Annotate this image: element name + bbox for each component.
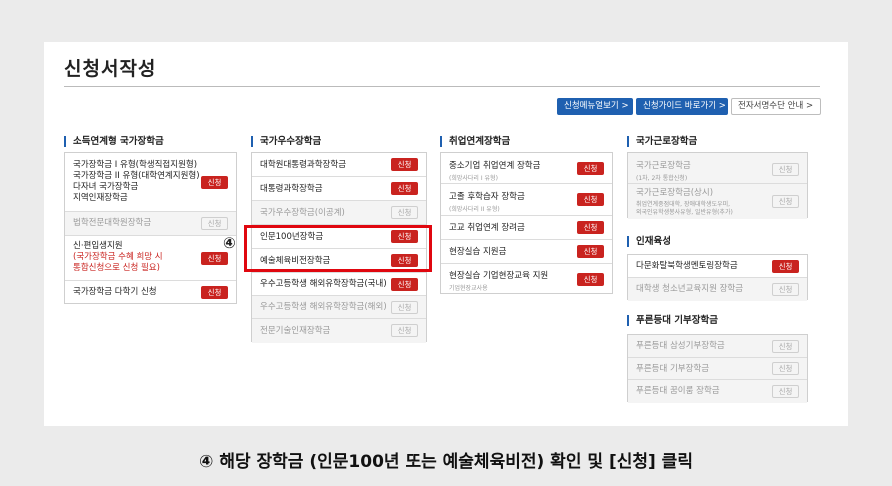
apply-button[interactable]: 신청 [772,195,799,208]
apply-button[interactable]: 신청 [577,193,604,206]
guide-link[interactable]: 신청가이드 바로가기 > [636,98,728,115]
list-item: 국가근로장학금 (1차, 2차 통합신청) 신청 [628,153,807,184]
list-item: 국가근로장학금(상시) 취업연계중점대학, 장애대학생도우미, 외국인유학생봉사… [628,184,807,219]
list-item: 우수고등학생 해외유학장학금(해외) 신청 [252,296,426,319]
apply-button[interactable]: 신청 [201,217,228,230]
apply-button[interactable]: 신청 [772,283,799,296]
apply-button[interactable]: 신청 [391,324,418,337]
apply-button[interactable]: 신청 [391,182,418,195]
apply-button[interactable]: 신청 [201,176,228,189]
apply-button[interactable]: 신청 [201,252,228,265]
list-item: 다문화탈북학생멘토링장학금 신청 [628,255,807,278]
apply-button[interactable]: 신청 [391,301,418,314]
list-item: 국가장학금 I 유형(학생직접지원형) 국가장학금 II 유형(대학연계지원형)… [65,153,236,212]
apply-button[interactable]: 신청 [772,362,799,375]
list-item: 대학생 청소년교육지원 장학금 신청 [628,278,807,301]
list-item: 국가장학금 다학기 신청 신청 [65,281,236,305]
list-item: 법학전문대학원장학금 신청 [65,212,236,236]
highlight-box [244,225,432,272]
list-item: 신·편입생지원 (국가장학금 수혜 희망 시 통합신청으로 신청 필요) 신청 [65,236,236,281]
list-item: 푸른등대 삼성기부장학금 신청 [628,335,807,358]
apply-button[interactable]: 신청 [391,278,418,291]
instruction-caption: ④ 해당 장학금 (인문100년 또는 예술체육비전) 확인 및 [신청] 클릭 [199,452,693,472]
col1-list: 국가장학금 I 유형(학생직접지원형) 국가장학금 II 유형(대학연계지원형)… [64,152,237,304]
col4-list: 국가근로장학금 (1차, 2차 통합신청) 신청 국가근로장학금(상시) 취업연… [627,152,808,219]
title-divider [64,86,820,87]
list-item: 고교 취업연계 장려금 신청 [441,216,612,240]
apply-button[interactable]: 신청 [577,245,604,258]
col4-heading: 국가근로장학금 [627,136,697,147]
list-item: 대통령과학장학금 신청 [252,177,426,201]
list-item: 현장실습 기업현장교육 지원 기업현장교사용 신청 [441,264,612,295]
apply-button[interactable]: 신청 [391,206,418,219]
list-item: 푸른등대 기부장학금 신청 [628,358,807,380]
apply-button[interactable]: 신청 [577,162,604,175]
apply-button[interactable]: 신청 [772,260,799,273]
list-item: 고졸 후학습자 장학금 (희망사다리 II 유형) 신청 [441,184,612,216]
list-item: 국가우수장학금(이공계) 신청 [252,201,426,225]
page-title: 신청서작성 [64,58,157,80]
apply-button[interactable]: 신청 [577,221,604,234]
list-item: 대학원대통령과학장학금 신청 [252,153,426,177]
apply-button[interactable]: 신청 [391,158,418,171]
list-item: 우수고등학생 해외유학장학금(국내) 신청 [252,273,426,296]
blue-lighthouse-list: 푸른등대 삼성기부장학금 신청 푸른등대 기부장학금 신청 푸른등대 꿈이룸 장… [627,334,808,403]
apply-button[interactable]: 신청 [772,385,799,398]
col2-heading: 국가우수장학금 [251,136,321,147]
step-badge: ④ [223,234,236,252]
list-item: 현장실습 지원금 신청 [441,240,612,264]
list-item: 전문기술인재장학금 신청 [252,319,426,343]
talent-section-heading: 인재육성 [627,236,671,247]
apply-button[interactable]: 신청 [201,286,228,299]
blue-lighthouse-heading: 푸른등대 기부장학금 [627,315,718,326]
talent-list: 다문화탈북학생멘토링장학금 신청 대학생 청소년교육지원 장학금 신청 [627,254,808,301]
list-item: 중소기업 취업연계 장학금 (희망사다리 I 유형) 신청 [441,153,612,184]
e-signature-link[interactable]: 전자서명수단 안내 > [731,98,821,115]
manual-link[interactable]: 신청메뉴얼보기 > [557,98,633,115]
col1-heading: 소득연계형 국가장학금 [64,136,164,147]
apply-button[interactable]: 신청 [772,163,799,176]
col3-heading: 취업연계장학금 [440,136,510,147]
apply-button[interactable]: 신청 [772,340,799,353]
list-item: 푸른등대 꿈이룸 장학금 신청 [628,380,807,403]
col3-list: 중소기업 취업연계 장학금 (희망사다리 I 유형) 신청 고졸 후학습자 장학… [440,152,613,294]
apply-button[interactable]: 신청 [577,273,604,286]
